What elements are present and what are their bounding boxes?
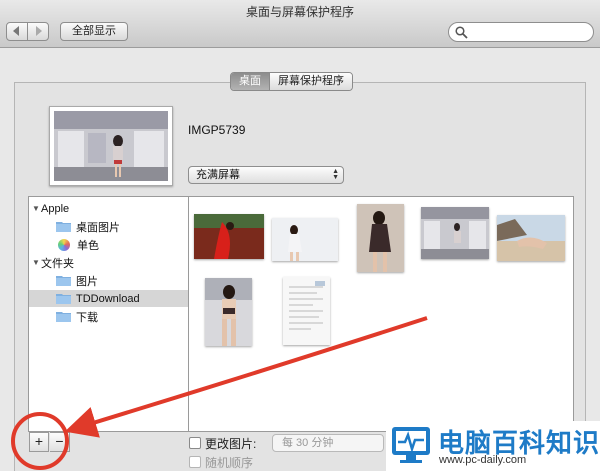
disclosure-triangle-icon[interactable]: ▼ [32, 258, 41, 267]
source-group-apple[interactable]: ▼ Apple [29, 200, 188, 217]
add-folder-button[interactable]: + [29, 432, 49, 452]
tab-bar: 桌面 屏幕保护程序 [230, 72, 353, 91]
photo-thumbnail[interactable] [272, 218, 338, 261]
source-item-solid-colors[interactable]: 单色 [29, 236, 188, 253]
tab-desktop[interactable]: 桌面 [231, 73, 269, 90]
show-all-button[interactable]: 全部显示 [60, 22, 128, 41]
photo-thumbnail[interactable] [283, 277, 330, 345]
desktop-preview [49, 106, 173, 186]
chevron-left-icon [13, 25, 21, 39]
source-label: Apple [41, 202, 70, 215]
title-bar: 桌面与屏幕保护程序 全部显示 [0, 0, 600, 48]
folder-icon [56, 222, 71, 232]
folder-icon [56, 276, 71, 286]
source-item-pictures[interactable]: 图片 [29, 272, 188, 289]
preview-filename: IMGP5739 [188, 123, 246, 137]
source-label: 文件夹 [41, 257, 74, 270]
search-icon [455, 26, 468, 42]
folder-icon [56, 312, 71, 322]
monitor-logo-icon [392, 427, 430, 463]
fit-mode-value: 充满屏幕 [196, 169, 240, 181]
folder-icon [56, 294, 71, 304]
source-label: TDDownload [76, 292, 140, 305]
tab-screen-saver[interactable]: 屏幕保护程序 [269, 73, 352, 90]
source-label: 单色 [77, 239, 99, 252]
search-input[interactable] [448, 22, 594, 42]
photo-thumbnail[interactable] [421, 207, 489, 259]
random-order-checkbox[interactable] [189, 456, 201, 468]
source-item-desktop-pictures[interactable]: 桌面图片 [29, 218, 188, 235]
source-list: ▼ Apple 桌面图片 单色 ▼ 文件夹 图片 TDDownload 下载 [28, 196, 188, 432]
back-button[interactable] [6, 22, 28, 41]
photo-thumbnail[interactable] [194, 214, 264, 259]
photo-thumbnail[interactable] [205, 278, 252, 346]
source-label: 下载 [76, 311, 98, 324]
color-wheel-icon [58, 238, 70, 251]
forward-button[interactable] [27, 22, 49, 41]
popup-arrows-icon: ▲ ▼ [332, 168, 339, 181]
chevron-right-icon [34, 25, 42, 39]
photo-thumbnail[interactable] [497, 215, 565, 261]
change-picture-label: 更改图片: [205, 437, 257, 451]
random-order-label: 随机顺序 [205, 456, 254, 470]
disclosure-triangle-icon[interactable]: ▼ [32, 204, 41, 213]
fit-mode-popup[interactable]: 充满屏幕 ▲ ▼ [188, 166, 344, 184]
preview-image [54, 111, 168, 181]
source-item-downloads[interactable]: 下载 [29, 308, 188, 325]
source-item-tddownload[interactable]: TDDownload [29, 290, 188, 307]
source-label: 图片 [76, 275, 98, 288]
source-group-folders[interactable]: ▼ 文件夹 [29, 254, 188, 271]
change-picture-checkbox[interactable] [189, 437, 201, 449]
interval-popup[interactable]: 每 30 分钟 [272, 434, 384, 452]
remove-folder-button[interactable]: − [50, 432, 70, 452]
photo-thumbnail[interactable] [357, 204, 404, 272]
source-label: 桌面图片 [76, 221, 120, 234]
watermark-url: www.pc-daily.com [439, 454, 527, 466]
window-title: 桌面与屏幕保护程序 [245, 5, 354, 19]
site-watermark: 电脑百科知识 www.pc-daily.com [386, 421, 600, 471]
